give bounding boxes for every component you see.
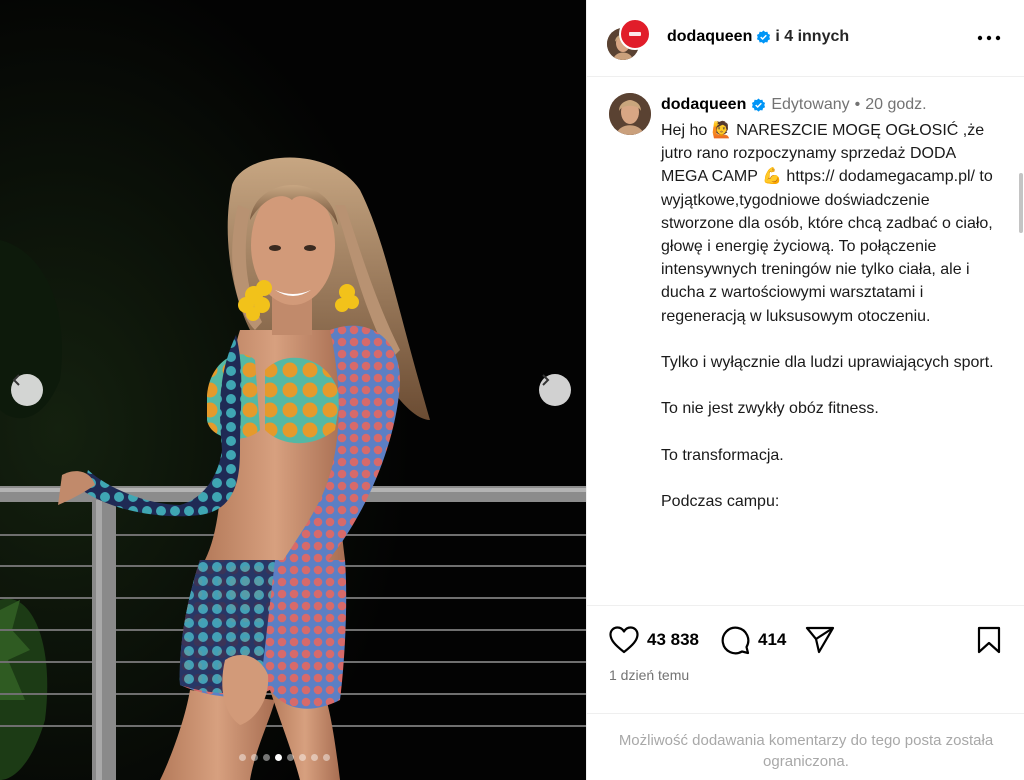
post-side-panel: dodaqueen i 4 innych dodaqueen Edytowany…	[586, 0, 1024, 780]
post-media[interactable]	[0, 0, 586, 780]
post-actions: 43 838 414 1 dzień temu	[587, 605, 1024, 714]
caption-area[interactable]: dodaqueen Edytowany • 20 godz. Hej ho 🙋 …	[587, 77, 1024, 605]
bookmark-icon	[977, 626, 1001, 654]
slide-dot	[251, 754, 258, 761]
more-options-button[interactable]	[977, 28, 1001, 48]
post-header: dodaqueen i 4 innych	[587, 0, 1024, 77]
caption-paragraph: To transformacja.	[661, 446, 784, 464]
more-horizontal-icon	[977, 35, 1001, 41]
verified-badge-icon	[757, 29, 771, 44]
slide-dot	[323, 754, 330, 761]
post-date[interactable]: 1 dzień temu	[609, 667, 689, 683]
heart-icon	[609, 626, 639, 654]
slide-dot	[239, 754, 246, 761]
slide-dot-active	[275, 754, 282, 761]
post-time[interactable]: 20 godz.	[865, 96, 926, 114]
save-button[interactable]	[977, 626, 1001, 654]
caption-header: dodaqueen Edytowany • 20 godz.	[661, 96, 927, 114]
like-button[interactable]: 43 838	[609, 626, 699, 654]
slide-dot	[263, 754, 270, 761]
caption-paragraph: Tylko i wyłącznie dla ludzi uprawiającyc…	[661, 354, 994, 372]
caption-username[interactable]: dodaqueen	[661, 96, 746, 114]
previous-slide-button[interactable]	[11, 374, 43, 406]
comments-restricted-text: Możliwość dodawania komentarzy do tego p…	[618, 732, 994, 770]
collab-avatar[interactable]	[619, 18, 651, 50]
caption-avatar[interactable]	[609, 93, 651, 135]
slide-dot	[287, 754, 294, 761]
next-slide-button[interactable]	[539, 374, 571, 406]
comments-restricted-notice: Możliwość dodawania komentarzy do tego p…	[587, 713, 1024, 780]
slide-dot	[299, 754, 306, 761]
caption-paragraph: Hej ho 🙋 NARESZCIE MOGĘ OGŁOSIĆ ,że jutr…	[661, 122, 993, 325]
share-button[interactable]	[805, 626, 835, 654]
slide-indicator	[239, 754, 330, 761]
collaborators-link[interactable]: i 4 innych	[775, 28, 849, 46]
post-photo	[0, 0, 586, 780]
meta-separator: •	[854, 96, 861, 113]
chevron-right-icon	[542, 374, 550, 386]
post-authors: dodaqueen i 4 innych	[667, 28, 849, 46]
like-count[interactable]: 43 838	[647, 630, 699, 650]
comment-icon	[721, 626, 750, 655]
comment-button[interactable]: 414	[720, 625, 786, 655]
caption-text: Hej ho 🙋 NARESZCIE MOGĘ OGŁOSIĆ ,że jutr…	[661, 119, 1006, 537]
author-username[interactable]: dodaqueen	[667, 28, 752, 46]
verified-badge-icon	[752, 97, 766, 112]
caption-paragraph: To nie jest zwykły obóz fitness.	[661, 400, 879, 418]
slide-dot	[311, 754, 318, 761]
collab-avatars[interactable]	[607, 18, 653, 62]
scrollbar[interactable]	[1019, 173, 1023, 233]
comment-count[interactable]: 414	[758, 630, 786, 650]
send-icon	[805, 626, 835, 654]
caption-paragraph: Podczas campu:	[661, 493, 780, 511]
edited-label: Edytowany	[771, 96, 850, 113]
chevron-left-icon	[12, 374, 20, 386]
